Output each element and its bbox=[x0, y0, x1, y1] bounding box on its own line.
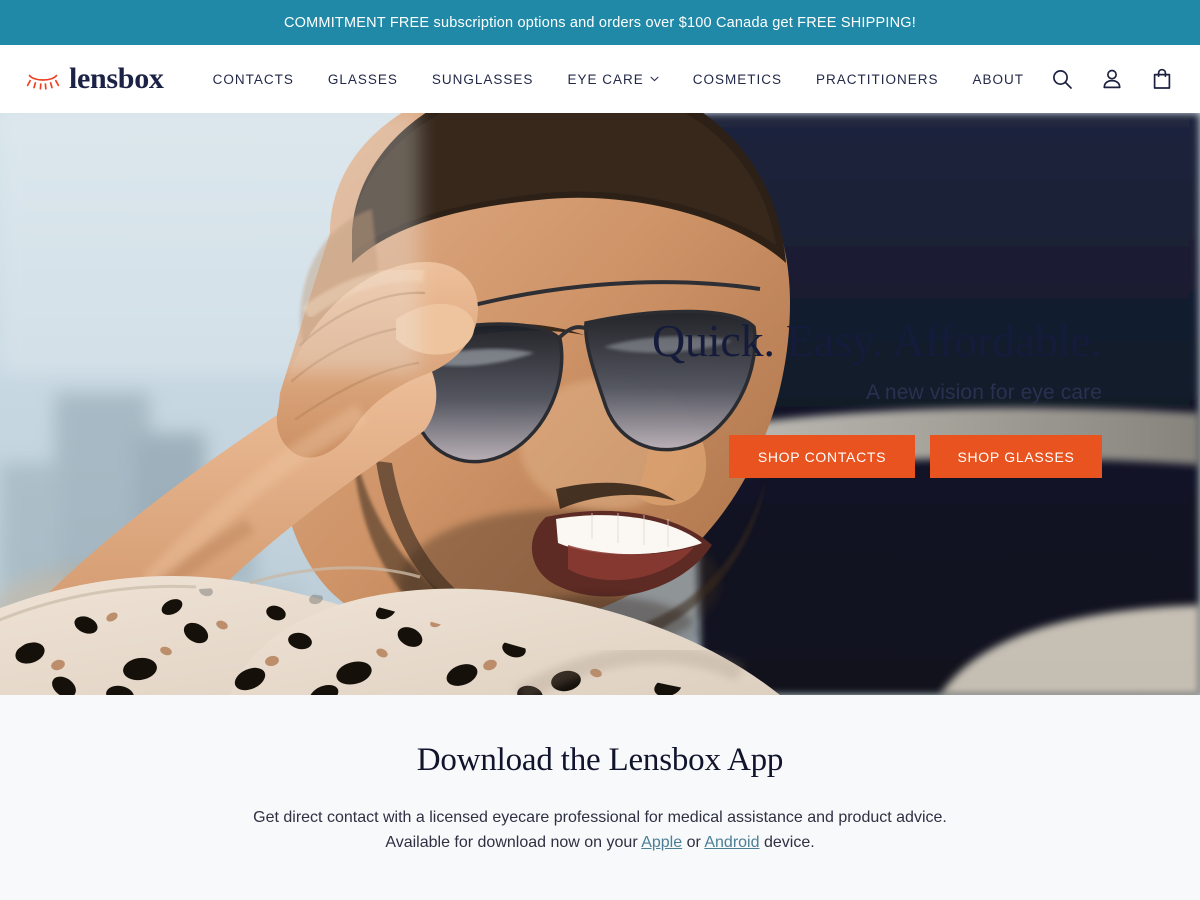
chevron-down-icon bbox=[650, 76, 659, 82]
apple-link[interactable]: Apple bbox=[641, 834, 682, 851]
site-header: lensbox CONTACTS GLASSES SUNGLASSES EYE … bbox=[0, 45, 1200, 113]
nav-item-practitioners[interactable]: PRACTITIONERS bbox=[799, 72, 956, 87]
main-navigation: CONTACTS GLASSES SUNGLASSES EYE CARE COS… bbox=[196, 72, 1041, 87]
shopping-bag-icon[interactable] bbox=[1150, 67, 1174, 91]
brand-logo[interactable]: lensbox bbox=[26, 64, 164, 94]
shop-contacts-button[interactable]: SHOP CONTACTS bbox=[729, 435, 915, 479]
download-text-before: Get direct contact with a licensed eyeca… bbox=[253, 809, 947, 851]
shop-glasses-button[interactable]: SHOP GLASSES bbox=[930, 435, 1102, 479]
nav-item-eye-care[interactable]: EYE CARE bbox=[550, 72, 675, 87]
android-link[interactable]: Android bbox=[704, 834, 759, 851]
account-icon[interactable] bbox=[1100, 67, 1124, 91]
download-text-after: device. bbox=[759, 833, 815, 851]
header-actions bbox=[1050, 45, 1174, 113]
nav-label: ABOUT bbox=[972, 71, 1025, 87]
search-icon[interactable] bbox=[1050, 67, 1074, 91]
announcement-text: COMMITMENT FREE subscription options and… bbox=[283, 14, 917, 31]
nav-label: GLASSES bbox=[327, 71, 398, 87]
nav-label: COSMETICS bbox=[692, 71, 782, 87]
hero-banner: Quick. Easy. Affordable. A new vision fo… bbox=[0, 113, 1200, 695]
download-text-between: or bbox=[682, 833, 705, 851]
hero-cta-group: SHOP CONTACTS SHOP GLASSES bbox=[462, 435, 1102, 479]
nav-item-about[interactable]: ABOUT bbox=[956, 72, 1042, 87]
nav-label: SUNGLASSES bbox=[431, 71, 534, 87]
hero-subtitle: A new vision for eye care bbox=[866, 381, 1102, 405]
nav-item-sunglasses[interactable]: SUNGLASSES bbox=[415, 72, 551, 87]
nav-label: PRACTITIONERS bbox=[815, 71, 939, 87]
nav-label: EYE CARE bbox=[567, 71, 644, 87]
nav-item-glasses[interactable]: GLASSES bbox=[311, 72, 415, 87]
download-description: Get direct contact with a licensed eyeca… bbox=[250, 806, 950, 856]
nav-item-contacts[interactable]: CONTACTS bbox=[196, 72, 311, 87]
nav-label: CONTACTS bbox=[212, 71, 294, 87]
announcement-bar: COMMITMENT FREE subscription options and… bbox=[0, 0, 1200, 45]
page-root: COMMITMENT FREE subscription options and… bbox=[0, 0, 1200, 900]
brand-name: lensbox bbox=[69, 62, 164, 95]
eyelash-icon bbox=[26, 74, 60, 90]
hero-title: Quick. Easy. Affordable. bbox=[652, 315, 1102, 366]
hero-copy: Quick. Easy. Affordable. A new vision fo… bbox=[462, 315, 1102, 479]
nav-item-cosmetics[interactable]: COSMETICS bbox=[676, 72, 799, 87]
download-section: Download the Lensbox App Get direct cont… bbox=[0, 695, 1200, 900]
download-title: Download the Lensbox App bbox=[416, 742, 784, 778]
